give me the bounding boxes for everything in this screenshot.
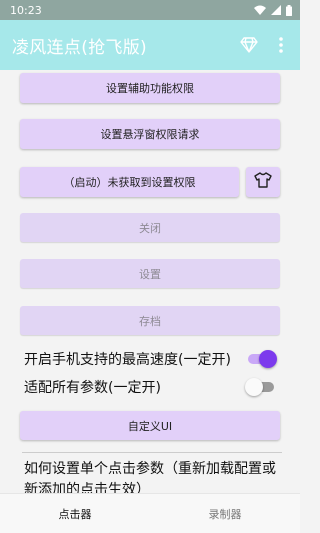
all-params-row: 适配所有参数(一定开)	[24, 375, 276, 399]
status-time: 10:23	[10, 3, 42, 17]
main-content: 设置辅助功能权限 设置悬浮窗权限请求 （启动）未获取到设置权限 关闭 设置 存档…	[0, 70, 300, 503]
app-actions	[240, 33, 290, 57]
close-button[interactable]: 关闭	[20, 213, 280, 242]
bottom-nav: 点击器 录制器	[0, 493, 300, 533]
tab-clicker[interactable]: 点击器	[0, 494, 150, 533]
divider	[22, 452, 282, 453]
all-params-toggle[interactable]	[245, 377, 276, 397]
toggle-thumb	[259, 350, 277, 368]
settings-button[interactable]: 设置	[20, 259, 280, 288]
max-speed-row: 开启手机支持的最高速度(一定开)	[24, 347, 277, 371]
accessibility-permission-button[interactable]: 设置辅助功能权限	[20, 73, 280, 103]
all-params-label: 适配所有参数(一定开)	[24, 380, 161, 396]
diamond-icon[interactable]	[240, 33, 258, 57]
shirt-icon	[254, 172, 272, 192]
save-button[interactable]: 存档	[20, 306, 280, 335]
max-speed-label: 开启手机支持的最高速度(一定开)	[24, 352, 231, 368]
app-title: 凌风连点(抢飞版)	[12, 37, 147, 58]
app-bar: 凌风连点(抢飞版)	[0, 20, 300, 70]
max-speed-toggle[interactable]	[246, 349, 277, 369]
battery-icon	[286, 4, 292, 16]
signal-icon	[271, 5, 281, 15]
toggle-thumb	[245, 378, 263, 396]
status-icons	[254, 4, 292, 16]
start-status-button[interactable]: （启动）未获取到设置权限	[20, 167, 239, 197]
custom-ui-button[interactable]: 自定义UI	[20, 411, 280, 440]
tab-recorder[interactable]: 录制器	[150, 494, 300, 533]
status-bar: 10:23	[0, 0, 300, 20]
overlay-permission-button[interactable]: 设置悬浮窗权限请求	[20, 119, 280, 149]
theme-button[interactable]	[246, 167, 280, 197]
wifi-icon	[254, 5, 266, 15]
more-options-icon[interactable]	[272, 33, 290, 57]
